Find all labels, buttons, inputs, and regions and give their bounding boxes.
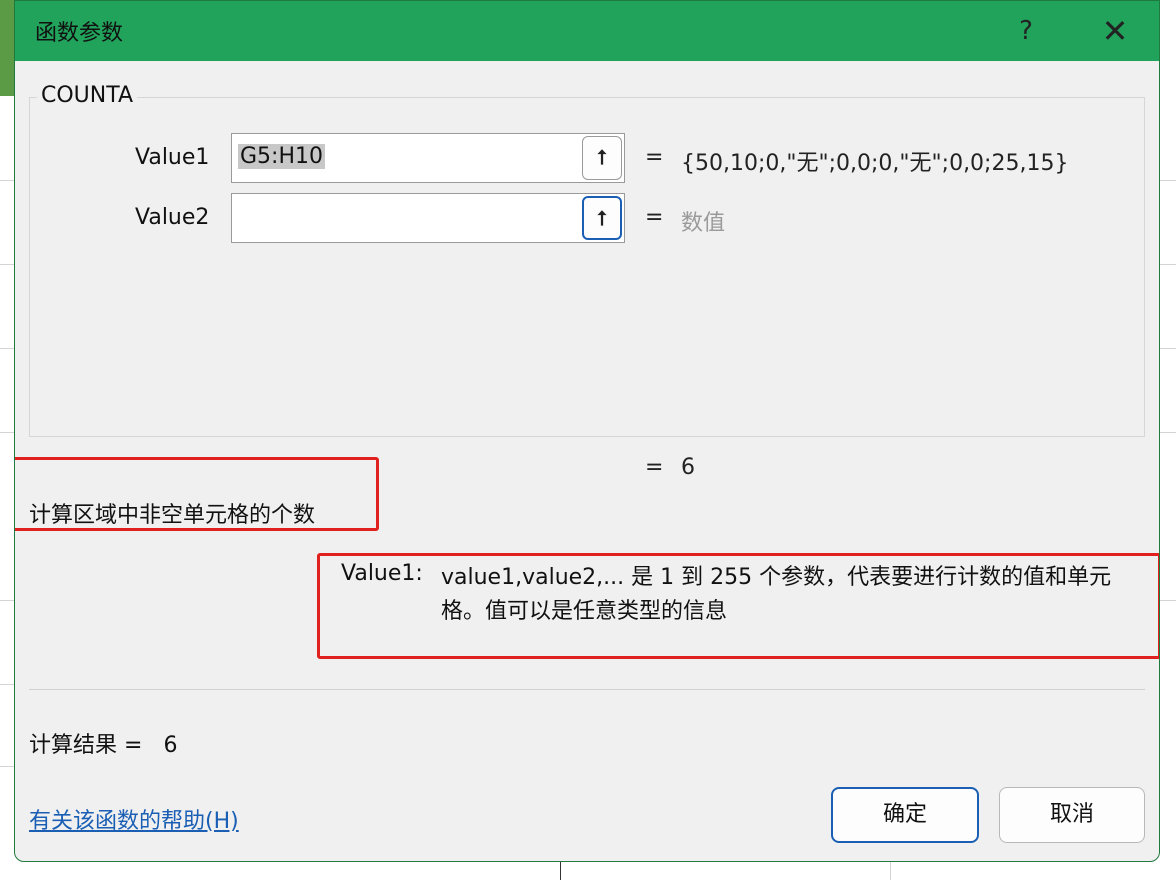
sheet-gridline — [1160, 348, 1176, 349]
dialog-title: 函数参数 — [35, 21, 124, 46]
sheet-gridline — [0, 432, 14, 433]
formula-result-equals: = — [645, 455, 664, 480]
value1-equals: = — [645, 145, 664, 170]
sheet-gridline — [0, 600, 14, 601]
sheet-gridline — [560, 862, 561, 880]
sheet-gridline — [0, 684, 14, 685]
formula-result-value: 6 — [681, 455, 695, 480]
value2-input[interactable]: ⭡ — [231, 193, 625, 243]
sheet-gridline — [890, 862, 891, 880]
sheet-gridline — [0, 766, 14, 767]
sheet-gridline — [0, 264, 14, 265]
value2-preview: 数值 — [681, 211, 726, 236]
title-bar: 函数参数 ? ✕ — [15, 1, 1159, 61]
function-arguments-dialog: 函数参数 ? ✕ COUNTA Value1 G5:H10 ⭡ = {50,10… — [14, 0, 1160, 862]
value1-preview: {50,10;0,"无";0,0;0,"无";0,0;25,15} — [681, 151, 1069, 176]
value2-collapse-button[interactable]: ⭡ — [582, 196, 622, 240]
arg-description-label: Value1: — [341, 561, 423, 586]
sheet-gridline — [0, 180, 14, 181]
sheet-gridline — [1160, 600, 1176, 601]
function-name: COUNTA — [37, 83, 138, 108]
sheet-gridline — [0, 348, 14, 349]
value1-input[interactable]: G5:H10 ⭡ — [231, 133, 625, 183]
sheet-gridline — [1160, 180, 1176, 181]
value1-collapse-button[interactable]: ⭡ — [582, 136, 622, 180]
function-description: 计算区域中非空单元格的个数 — [29, 503, 316, 528]
sheet-gridline — [1160, 264, 1176, 265]
value1-input-text: G5:H10 — [238, 144, 325, 169]
help-button[interactable]: ? — [1011, 11, 1041, 51]
divider — [29, 689, 1145, 690]
calculation-result-value: 6 — [163, 733, 178, 758]
sheet-background-accent — [0, 0, 14, 96]
value2-equals: = — [645, 205, 664, 230]
ok-button[interactable]: 确定 — [831, 787, 979, 843]
calculation-result-label: 计算结果 = — [29, 733, 143, 758]
calculation-result: 计算结果 = 6 — [29, 727, 177, 759]
value1-label: Value1 — [135, 145, 210, 170]
close-button[interactable]: ✕ — [1095, 11, 1135, 51]
sheet-gridline — [1160, 432, 1176, 433]
function-help-link[interactable]: 有关该函数的帮助(H) — [29, 803, 239, 835]
arg-description-text: value1,value2,... 是 1 到 255 个参数，代表要进行计数的… — [441, 565, 1112, 624]
value2-label: Value2 — [135, 205, 210, 230]
cancel-button[interactable]: 取消 — [999, 787, 1145, 843]
